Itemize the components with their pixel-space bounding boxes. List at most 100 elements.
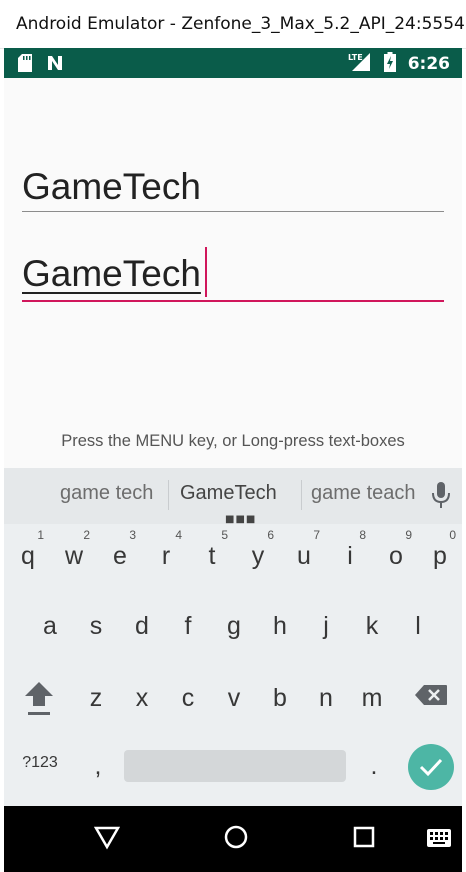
period-key[interactable]: .	[352, 740, 396, 792]
key-l[interactable]: l	[396, 596, 440, 648]
key-h-label: h	[273, 612, 287, 640]
more-suggestions-icon[interactable]: ■■■	[225, 514, 256, 525]
key-y-label: y	[251, 542, 265, 570]
suggestion-right[interactable]: game teach	[311, 482, 416, 505]
suggestion-center[interactable]: GameTech	[180, 482, 277, 505]
app-content: GameTech GameTech Press the MENU key, or…	[4, 78, 462, 468]
key-m-label: m	[361, 684, 383, 712]
key-d[interactable]: d	[120, 596, 164, 648]
key-l-label: l	[415, 612, 421, 640]
key-w-label: w	[64, 542, 84, 570]
key-w-number: 2	[83, 528, 90, 542]
backspace-icon	[414, 684, 448, 713]
key-a-label: a	[43, 612, 57, 640]
key-p-label: p	[433, 542, 447, 570]
key-s[interactable]: s	[74, 596, 118, 648]
key-y-number: 6	[267, 528, 274, 542]
key-t[interactable]: 5t	[190, 526, 234, 578]
key-w[interactable]: 2w	[52, 526, 96, 578]
key-q-number: 1	[37, 528, 44, 542]
key-q-label: q	[21, 542, 35, 570]
key-u-label: u	[297, 542, 311, 570]
window-title: Android Emulator - Zenfone_3_Max_5.2_API…	[16, 14, 465, 34]
suggestion-strip: game tech GameTech game teach ■■■	[4, 468, 462, 525]
key-k[interactable]: k	[350, 596, 394, 648]
shift-key[interactable]	[16, 668, 60, 720]
comma-key-label: ,	[94, 752, 102, 780]
key-c-label: c	[181, 684, 195, 712]
key-p-number: 0	[449, 528, 456, 542]
key-q[interactable]: 1q	[6, 526, 50, 578]
back-icon[interactable]	[93, 824, 121, 854]
recents-icon[interactable]	[352, 825, 376, 853]
svg-text:LTE: LTE	[348, 53, 363, 62]
suggestion-divider	[168, 480, 169, 510]
key-r-label: r	[161, 542, 171, 570]
key-b-label: b	[273, 684, 287, 712]
key-m[interactable]: m	[350, 668, 394, 720]
key-u-number: 7	[313, 528, 320, 542]
text-field-1-value: GameTech	[22, 166, 201, 207]
enter-key[interactable]	[408, 744, 454, 790]
keyboard-switch-icon[interactable]	[426, 828, 452, 852]
key-x-label: x	[135, 684, 149, 712]
symbols-key[interactable]: ?123	[12, 740, 68, 792]
key-s-label: s	[89, 612, 103, 640]
key-k-label: k	[365, 612, 379, 640]
key-u[interactable]: 7u	[282, 526, 326, 578]
key-p[interactable]: 0p	[418, 526, 462, 578]
key-c[interactable]: c	[166, 668, 210, 720]
key-z-label: z	[89, 684, 103, 712]
suggestion-divider	[301, 480, 302, 510]
microphone-icon[interactable]	[430, 480, 452, 510]
suggestion-left[interactable]: game tech	[60, 482, 153, 505]
text-field-1[interactable]: GameTech	[22, 166, 444, 212]
status-bar: LTE 6:26	[4, 48, 462, 78]
soft-keyboard: game tech GameTech game teach ■■■ 1q 2w …	[4, 468, 462, 806]
shift-icon	[24, 680, 54, 723]
lte-signal-icon: LTE	[348, 52, 372, 76]
key-y[interactable]: 6y	[236, 526, 280, 578]
window-titlebar: Android Emulator - Zenfone_3_Max_5.2_API…	[0, 0, 466, 49]
key-r-number: 4	[175, 528, 182, 542]
hint-text: Press the MENU key, or Long-press text-b…	[61, 432, 405, 450]
backspace-key[interactable]	[410, 668, 454, 720]
key-v-label: v	[227, 684, 241, 712]
text-field-2[interactable]: GameTech	[22, 247, 444, 302]
period-key-label: .	[370, 752, 378, 780]
key-o[interactable]: 9o	[374, 526, 418, 578]
status-clock: 6:26	[407, 54, 450, 74]
key-d-label: d	[135, 612, 149, 640]
text-field-1-underline	[22, 211, 444, 212]
key-n[interactable]: n	[304, 668, 348, 720]
key-f[interactable]: f	[166, 596, 210, 648]
key-e[interactable]: 3e	[98, 526, 142, 578]
key-r[interactable]: 4r	[144, 526, 188, 578]
key-t-label: t	[208, 542, 216, 570]
key-i-label: i	[347, 542, 353, 570]
text-cursor	[205, 247, 207, 297]
home-icon[interactable]	[223, 824, 249, 854]
checkmark-icon	[419, 757, 443, 781]
key-j-label: j	[323, 612, 329, 640]
key-j[interactable]: j	[304, 596, 348, 648]
key-e-label: e	[113, 542, 127, 570]
comma-key[interactable]: ,	[76, 740, 120, 792]
key-v[interactable]: v	[212, 668, 256, 720]
key-g-label: g	[227, 612, 241, 640]
key-a[interactable]: a	[28, 596, 72, 648]
key-z[interactable]: z	[74, 668, 118, 720]
text-field-2-value: GameTech	[22, 253, 201, 294]
key-b[interactable]: b	[258, 668, 302, 720]
key-g[interactable]: g	[212, 596, 256, 648]
battery-charging-icon	[383, 52, 396, 76]
key-i[interactable]: 8i	[328, 526, 372, 578]
key-h[interactable]: h	[258, 596, 302, 648]
key-x[interactable]: x	[120, 668, 164, 720]
key-e-number: 3	[129, 528, 136, 542]
key-o-label: o	[389, 542, 403, 570]
space-bar[interactable]	[124, 750, 346, 782]
android-n-icon	[46, 54, 64, 76]
key-o-number: 9	[405, 528, 412, 542]
key-t-number: 5	[221, 528, 228, 542]
